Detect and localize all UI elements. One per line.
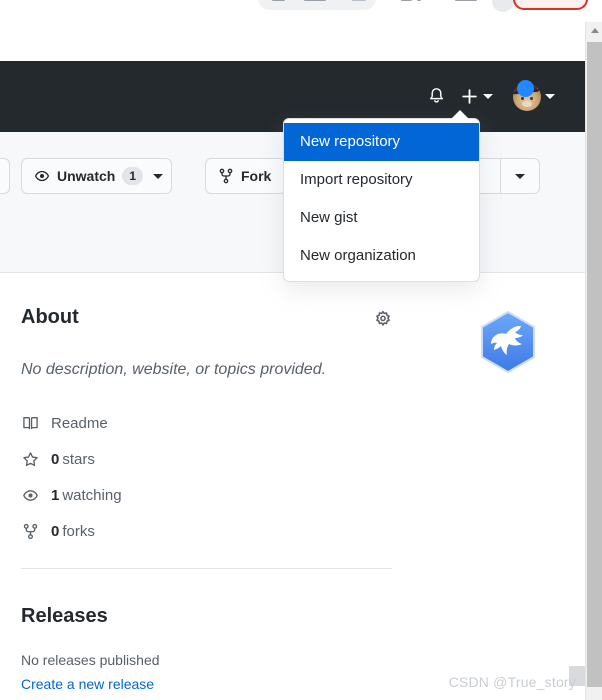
stat-forks-value: 0 — [51, 522, 60, 540]
about-description: No description, website, or topics provi… — [21, 361, 327, 378]
avatar-eye-right — [530, 96, 533, 100]
browser-omnibox-pill[interactable] — [258, 0, 376, 10]
plus-icon — [462, 89, 477, 104]
browser-toolbar-icon-3[interactable] — [352, 0, 366, 1]
unwatch-button[interactable]: Unwatch 1 — [21, 158, 173, 194]
stat-forks-label: forks — [62, 522, 95, 540]
releases-heading: Releases — [21, 605, 108, 627]
book-icon — [21, 415, 39, 432]
stat-watching[interactable]: 1 watching — [21, 477, 321, 513]
eye-icon — [34, 170, 50, 182]
watch-count-badge: 1 — [122, 167, 144, 185]
fork-button[interactable]: Fork — [205, 158, 287, 194]
scrollbar-up-button[interactable] — [586, 22, 602, 39]
browser-toolbar-icon-5[interactable] — [417, 0, 421, 1]
stat-watching-label: watching — [62, 486, 122, 504]
browser-toolbar-icon-1[interactable] — [272, 0, 285, 1]
avatar-notification-dot — [517, 79, 534, 97]
avatar-muzzle — [522, 100, 532, 107]
stat-watching-value: 1 — [51, 486, 60, 504]
chevron-down-icon — [153, 173, 164, 179]
chevron-up-icon — [590, 28, 599, 33]
about-heading: About — [21, 306, 79, 328]
menu-item-new-repository[interactable]: New repository — [284, 123, 479, 161]
bird-hexagon-icon[interactable] — [474, 308, 542, 378]
menu-item-new-organization[interactable]: New organization — [284, 237, 479, 275]
browser-toolbar-icon-6[interactable] — [455, 0, 477, 1]
notifications-button[interactable] — [419, 80, 453, 114]
chevron-down-icon — [483, 94, 493, 99]
browser-toolbar-base — [0, 13, 602, 22]
eye-icon — [21, 487, 39, 504]
browser-highlight-pill[interactable] — [513, 0, 588, 10]
stat-forks[interactable]: 0 forks — [21, 513, 321, 549]
browser-profile-avatar[interactable] — [492, 0, 514, 12]
edit-repository-settings-button[interactable] — [371, 308, 395, 332]
bell-icon — [429, 88, 443, 103]
user-menu-button[interactable] — [497, 79, 557, 114]
releases-empty-text: No releases published — [21, 652, 160, 668]
create-new-button[interactable] — [453, 80, 497, 114]
menu-item-new-gist[interactable]: New gist — [284, 199, 479, 237]
menu-item-import-repository[interactable]: Import repository — [284, 161, 479, 199]
create-new-release-link[interactable]: Create a new release — [21, 676, 154, 692]
gear-icon — [376, 310, 390, 326]
stat-readme-label: Readme — [51, 414, 108, 432]
section-divider — [21, 568, 392, 569]
unwatch-label: Unwatch — [57, 168, 116, 184]
repo-action-button-partial[interactable] — [0, 158, 10, 194]
watermark-text: CSDN @True_story — [448, 674, 576, 690]
screenshot-root: Unwatch 1 Fork New repository Import rep… — [0, 0, 602, 700]
browser-toolbar-icon-2[interactable] — [304, 0, 326, 1]
browser-toolbar-sliver — [0, 0, 602, 22]
stat-stars-label: stars — [62, 450, 95, 468]
avatar-eye-left — [521, 96, 524, 100]
scrollbar-thumb[interactable] — [587, 42, 602, 687]
repo-forked-icon — [219, 168, 233, 184]
stat-stars[interactable]: 0 stars — [21, 441, 321, 477]
star-dropdown-button[interactable] — [500, 158, 540, 194]
stat-readme[interactable]: Readme — [21, 405, 321, 441]
star-button-group — [470, 158, 540, 194]
chevron-down-icon — [515, 173, 525, 179]
about-stats-list: Readme 0 stars 1 watching 0 forks — [21, 405, 321, 549]
repo-forked-icon — [21, 523, 39, 540]
dropdown-caret-icon — [451, 110, 469, 119]
chevron-down-icon — [545, 94, 555, 99]
fork-label: Fork — [241, 168, 272, 184]
browser-toolbar-icon-4[interactable] — [401, 0, 412, 1]
create-new-dropdown: New repository Import repository New gis… — [283, 110, 480, 282]
stat-stars-value: 0 — [51, 450, 60, 468]
star-icon — [21, 451, 39, 468]
page-scrollbar[interactable] — [585, 22, 602, 700]
